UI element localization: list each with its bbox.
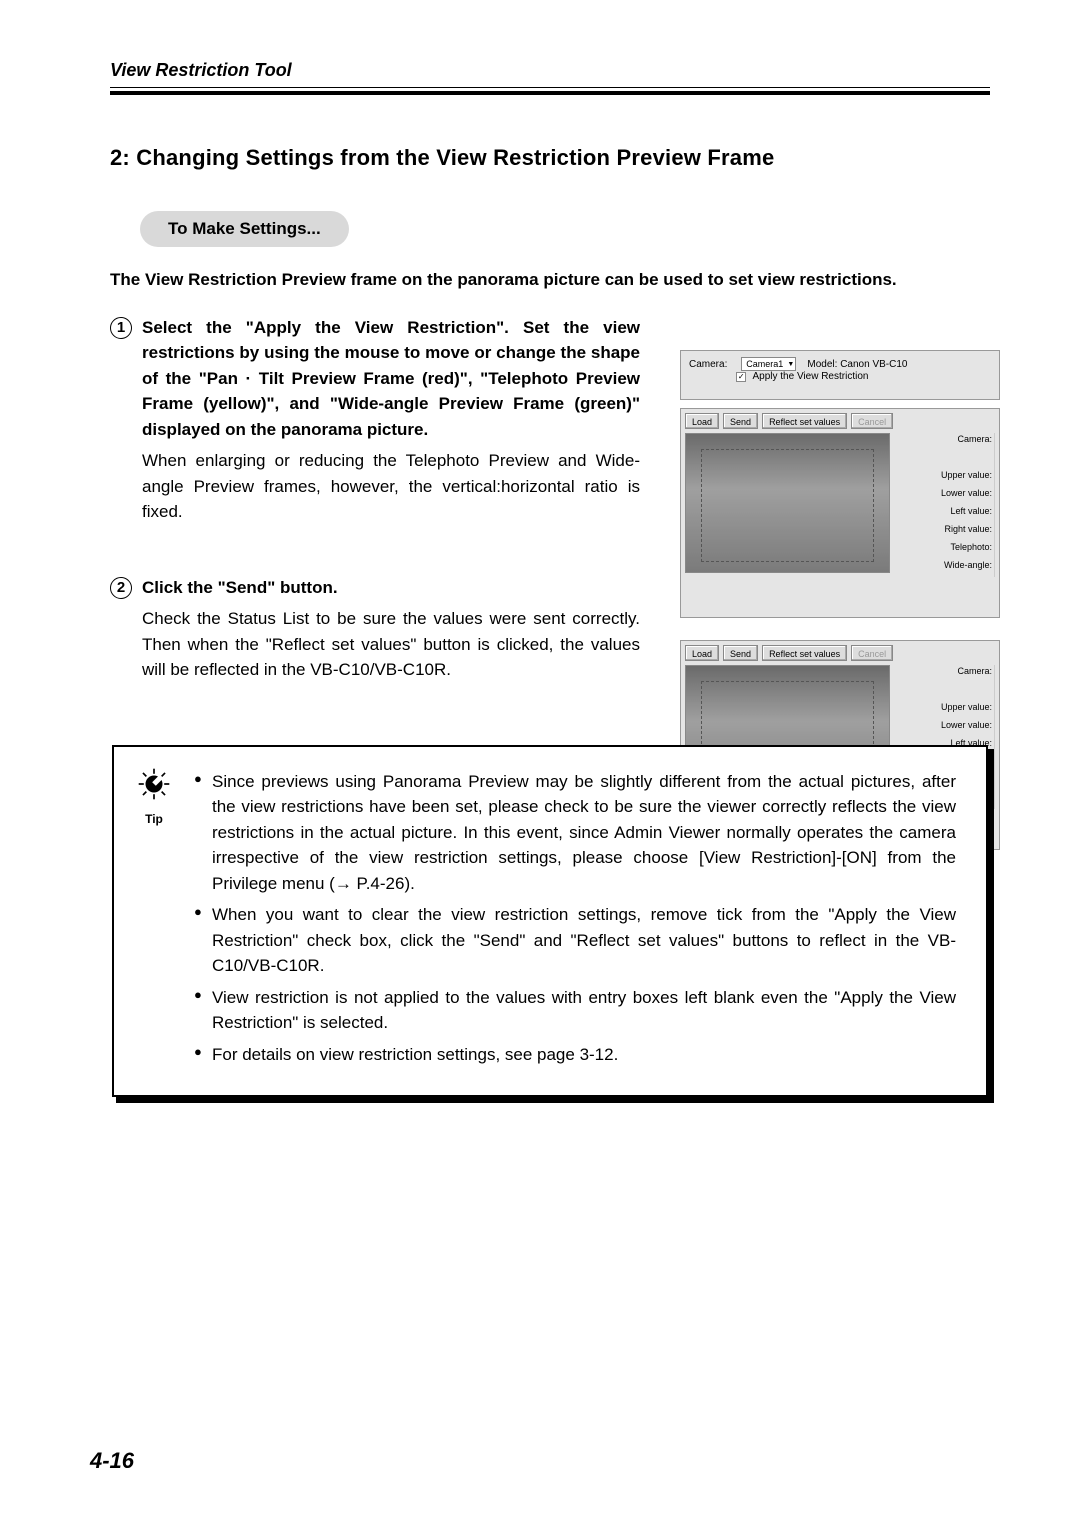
page: View Restriction Tool 2: Changing Settin… <box>0 0 1080 1529</box>
section-title: 2: Changing Settings from the View Restr… <box>110 145 990 171</box>
tip-item: Since previews using Panorama Preview ma… <box>194 769 956 897</box>
step-number-2: 2 <box>110 577 132 599</box>
panorama-preview[interactable] <box>685 433 890 573</box>
apply-restriction-label: Apply the View Restriction <box>752 371 868 382</box>
send-button[interactable]: Send <box>723 413 758 429</box>
camera-dropdown[interactable]: Camera1 <box>741 357 796 371</box>
label-camera: Camera: <box>896 433 995 451</box>
camera-select-panel: Camera: Camera1 Model: Canon VB-C10 ✓ Ap… <box>680 350 1000 400</box>
tip-item: View restriction is not applied to the v… <box>194 985 956 1036</box>
label-wideangle: Wide-angle: <box>896 559 995 577</box>
label-lower: Lower value: <box>896 487 995 505</box>
load-button[interactable]: Load <box>685 645 719 661</box>
model-label: Model: <box>807 359 837 370</box>
camera-label: Camera: <box>689 359 727 370</box>
label-left: Left value: <box>896 505 995 523</box>
step-number-1: 1 <box>110 317 132 339</box>
model-value: Canon VB-C10 <box>840 359 907 370</box>
label-camera: Camera: <box>896 665 995 683</box>
subheading-pill: To Make Settings... <box>140 211 349 247</box>
step-2-body: Check the Status List to be sure the val… <box>142 606 640 683</box>
step-1: 1 Select the "Apply the View Restriction… <box>110 315 640 525</box>
step-1-body: When enlarging or reducing the Telephoto… <box>142 448 640 525</box>
label-upper: Upper value: <box>896 701 995 719</box>
step-2-heading: Click the "Send" button. <box>142 575 338 601</box>
label-right: Right value: <box>896 523 995 541</box>
tip-icon: Tip <box>134 767 174 829</box>
reflect-button[interactable]: Reflect set values <box>762 645 847 661</box>
cancel-button[interactable]: Cancel <box>851 645 893 661</box>
label-lower: Lower value: <box>896 719 995 737</box>
page-number: 4-16 <box>90 1448 134 1474</box>
send-button[interactable]: Send <box>723 645 758 661</box>
preview-panel-1: Load Send Reflect set values Cancel Came… <box>680 408 1000 618</box>
tip-item: For details on view restriction settings… <box>194 1042 956 1068</box>
running-header: View Restriction Tool <box>110 60 990 81</box>
value-labels: Camera: Upper value: Lower value: Left v… <box>890 433 995 613</box>
step-1-heading: Select the "Apply the View Restriction".… <box>142 315 640 443</box>
label-telephoto: Telephoto: <box>896 541 995 559</box>
rule-thick <box>110 91 990 95</box>
apply-restriction-checkbox[interactable]: ✓ <box>736 372 746 382</box>
tip-item: When you want to clear the view restrict… <box>194 902 956 979</box>
step-2: 2 Click the "Send" button. Check the Sta… <box>110 575 640 683</box>
tip-label: Tip <box>134 810 174 828</box>
tip-list: Since previews using Panorama Preview ma… <box>194 769 956 1068</box>
reflect-button[interactable]: Reflect set values <box>762 413 847 429</box>
load-button[interactable]: Load <box>685 413 719 429</box>
tip-box: Tip Since previews using Panorama Previe… <box>110 743 990 1100</box>
figure-1: Camera: Camera1 Model: Canon VB-C10 ✓ Ap… <box>680 350 1000 618</box>
cancel-button[interactable]: Cancel <box>851 413 893 429</box>
intro-paragraph: The View Restriction Preview frame on th… <box>110 267 990 293</box>
rule-thin <box>110 87 990 88</box>
label-upper: Upper value: <box>896 469 995 487</box>
